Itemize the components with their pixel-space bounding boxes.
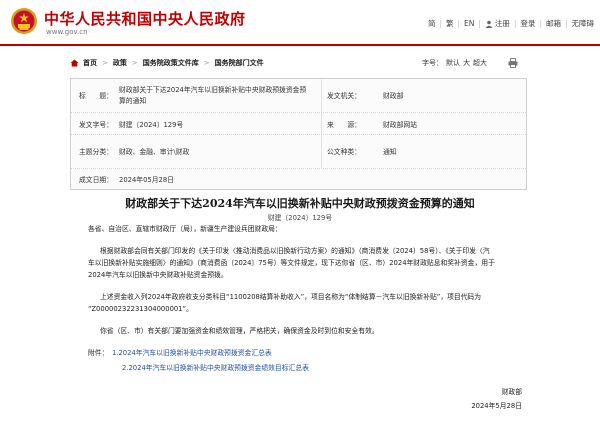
site-title[interactable]: 中华人民共和国中央人民政府 [44, 8, 246, 29]
nav-accessibility[interactable]: 无障碍 [572, 18, 595, 29]
top-navigation: 简 | 繁 | EN | 注册 | 登录 | 邮箱 | 无障碍 [428, 18, 594, 29]
info-row-date: 成文日期： 2024年05月28日 [71, 169, 526, 189]
font-size-label: 字号： [422, 59, 443, 67]
breadcrumb-separator: > [131, 59, 138, 67]
nav-divider: | [564, 19, 568, 28]
nav-traditional[interactable]: 繁 [446, 18, 454, 29]
date-value: 2024年05月28日 [119, 176, 174, 184]
nav-divider: | [478, 19, 481, 28]
paragraph-1-line-2: 车以旧换新补贴实施细则〉的通知》（商消费函〔2024〕75号）等文件规定，现下达… [88, 259, 495, 267]
nav-divider: | [513, 19, 517, 28]
source-value: 财政部网站 [383, 121, 417, 129]
nav-divider: | [439, 19, 442, 28]
sign-date: 2024年5月28日 [471, 402, 522, 410]
nav-register[interactable]: 注册 [495, 18, 510, 29]
font-size-large[interactable]: 大 [463, 59, 470, 67]
type-label: 公文种类： [327, 148, 361, 156]
paragraph-1-line-3: 2024年汽车以旧换新中央财政补贴资金预拨。 [88, 271, 228, 279]
site-header: 中华人民共和国中央人民政府 www.gov.cn 简 | 繁 | EN | 注册… [0, 0, 600, 44]
issuer-label: 发文机关： [327, 92, 361, 100]
breadcrumb-separator: > [102, 59, 108, 67]
breadcrumb-policy[interactable]: 政策 [113, 58, 127, 68]
font-size-small[interactable]: 默认 [446, 59, 460, 67]
type-value: 通知 [383, 148, 397, 156]
nav-login[interactable]: 登录 [520, 18, 535, 29]
nav-mailbox[interactable]: 邮箱 [546, 18, 561, 29]
home-icon [70, 59, 79, 67]
paragraph-2-line-1: 上述资金收入列2024年政府收支分类科目“1100208结算补助收入”，项目名称… [100, 293, 482, 301]
topic-value: 财政、金融、审计\财政 [119, 148, 190, 156]
docnum-label: 发文字号： [79, 121, 113, 129]
date-label: 成文日期： [79, 176, 113, 184]
title-value-line2: 算的通知 [119, 97, 147, 105]
breadcrumb-policy-library[interactable]: 国务院政策文件库 [143, 58, 199, 68]
title-label: 标 题： [79, 92, 113, 100]
site-url: www.gov.cn [46, 28, 88, 36]
attachment-link-2[interactable]: 2.2024年汽车以旧换新补贴中央财政预拨资金绩效目标汇总表 [122, 362, 309, 372]
paragraph-3: 你省（区、市）有关部门要加强资金和绩效管理，严格把关，确保资金及时到位和安全有效… [100, 327, 379, 335]
nav-divider: | [457, 19, 461, 28]
paragraph-1-line-1: 根据财政部会同有关部门印发的《关于印发〈推动消费品以旧换新行动方案〉的通知》（商… [100, 247, 490, 255]
document-number: 财建〔2024〕129号 [267, 214, 333, 222]
info-row-docnum: 发文字号： 财建〔2024〕129号 来 源： 财政部网站 [71, 113, 526, 135]
document-info-table: 标 题： 财政部关于下达2024年汽车以旧换新补贴中央财政预拨资金预 算的通知 … [70, 78, 527, 190]
issuer-value: 财政部 [383, 92, 404, 100]
salutation: 各省、自治区、直辖市财政厅（局），新疆生产建设兵团财政局： [88, 225, 282, 233]
info-row-topic: 主题分类： 财政、金融、审计\财政 公文种类： 通知 [71, 135, 526, 169]
breadcrumb-home[interactable]: 首页 [83, 58, 97, 68]
national-emblem-icon[interactable] [10, 7, 38, 35]
print-icon[interactable] [508, 58, 518, 68]
info-row-title: 标 题： 财政部关于下达2024年汽车以旧换新补贴中央财政预拨资金预 算的通知 … [71, 79, 526, 113]
breadcrumb-separator: > [203, 59, 210, 67]
docnum-value: 财建〔2024〕129号 [119, 121, 184, 129]
attachments-label: 附件： [88, 349, 109, 357]
nav-simplified[interactable]: 简 [428, 18, 436, 29]
header-divider [0, 44, 600, 46]
attachment-link-1[interactable]: 1.2024年汽车以旧换新补贴中央财政预拨资金汇总表 [112, 347, 272, 357]
topic-label: 主题分类： [79, 148, 113, 156]
signature: 财政部 [501, 388, 522, 396]
user-icon [485, 20, 493, 28]
document-title: 财政部关于下达2024年汽车以旧换新补贴中央财政预拨资金预算的通知 [125, 197, 475, 210]
font-size-xlarge[interactable]: 超大 [473, 59, 487, 67]
paragraph-2-line-2: “Z00000232231304000001”。 [88, 305, 193, 313]
font-size-control: 字号： 默认大超大 [422, 56, 487, 70]
source-label: 来 源： [327, 121, 361, 129]
nav-english[interactable]: EN [464, 19, 474, 28]
title-value-line1: 财政部关于下达2024年汽车以旧换新补贴中央财政预拨资金预 [119, 86, 307, 94]
breadcrumb-department-docs[interactable]: 国务院部门文件 [215, 58, 264, 68]
nav-divider: | [539, 19, 542, 28]
